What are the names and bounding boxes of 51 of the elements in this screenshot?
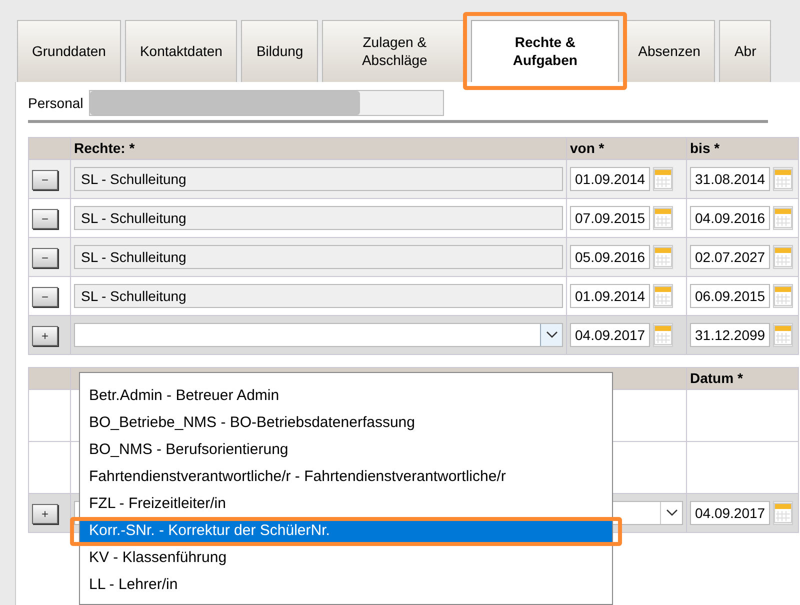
date-field[interactable]: 31.08.2014 xyxy=(690,167,770,191)
dropdown-option[interactable]: KV - Klassenführung xyxy=(80,545,612,572)
right-field[interactable]: SL - Schulleitung xyxy=(74,245,563,269)
calendar-icon[interactable] xyxy=(773,284,793,308)
remove-button[interactable]: − xyxy=(32,248,58,268)
calendar-icon[interactable] xyxy=(773,245,793,269)
dropdown-option[interactable]: BO_Betriebe_NMS - BO-Betriebsdatenerfassung xyxy=(80,410,612,437)
add-button[interactable]: + xyxy=(32,326,58,346)
remove-button[interactable]: − xyxy=(32,170,58,190)
date-field[interactable]: 05.09.2016 xyxy=(570,245,650,269)
column-header: Rechte: * xyxy=(70,138,566,160)
date-field[interactable]: 01.09.2014 xyxy=(570,167,650,191)
dropdown-option[interactable]: LL - Lehrer/in xyxy=(80,572,612,599)
date-field[interactable]: 07.09.2015 xyxy=(570,206,650,230)
right-field[interactable]: SL - Schulleitung xyxy=(74,167,563,191)
calendar-icon[interactable] xyxy=(773,206,793,230)
date-field[interactable]: 04.09.2016 xyxy=(690,206,770,230)
add-button[interactable]: + xyxy=(32,504,58,524)
calendar-icon[interactable] xyxy=(653,245,673,269)
date-field[interactable]: 01.09.2014 xyxy=(570,284,650,308)
dropdown-option[interactable]: FZL - Freizeitleiter/in xyxy=(80,491,612,518)
calendar-icon[interactable] xyxy=(773,323,793,347)
right-field[interactable]: SL - Schulleitung xyxy=(74,284,563,308)
tab[interactable]: Grunddaten xyxy=(17,20,121,82)
column-header: Datum * xyxy=(686,368,798,390)
calendar-icon[interactable] xyxy=(653,323,673,347)
right-field[interactable]: SL - Schulleitung xyxy=(74,206,563,230)
dropdown-option[interactable]: Betr.Admin - Betreuer Admin xyxy=(80,383,612,410)
field-label: Personal xyxy=(28,94,84,112)
personal-field[interactable] xyxy=(89,90,444,116)
remove-button[interactable]: − xyxy=(32,208,58,228)
date-field[interactable]: 04.09.2017 xyxy=(690,501,770,525)
date-field[interactable]: 02.07.2027 xyxy=(690,245,770,269)
calendar-icon[interactable] xyxy=(773,167,793,191)
dropdown-option[interactable]: Fahrtendienstverantwortliche/r - Fahrtendienstverantwortliche/r xyxy=(80,464,612,491)
date-field[interactable]: 04.09.2017 xyxy=(570,323,650,347)
calendar-icon[interactable] xyxy=(653,284,673,308)
date-field[interactable]: 31.12.2099 xyxy=(690,323,770,347)
caret-icon[interactable] xyxy=(540,324,562,346)
tab[interactable]: Abr xyxy=(719,20,772,82)
calendar-icon[interactable] xyxy=(653,206,673,230)
dropdown-option[interactable]: BO_NMS - Berufsorientierung xyxy=(80,437,612,464)
tab[interactable]: Bildung xyxy=(241,20,318,82)
tab[interactable]: Kontaktdaten xyxy=(124,20,238,82)
remove-button[interactable]: − xyxy=(32,286,58,306)
date-field[interactable]: 06.09.2015 xyxy=(690,284,770,308)
column-header: bis * xyxy=(686,138,798,160)
calendar-icon[interactable] xyxy=(653,167,673,191)
tab[interactable]: Rechte & Aufgaben xyxy=(471,20,620,82)
column-header: von * xyxy=(566,138,686,160)
calendar-icon[interactable] xyxy=(773,501,793,525)
